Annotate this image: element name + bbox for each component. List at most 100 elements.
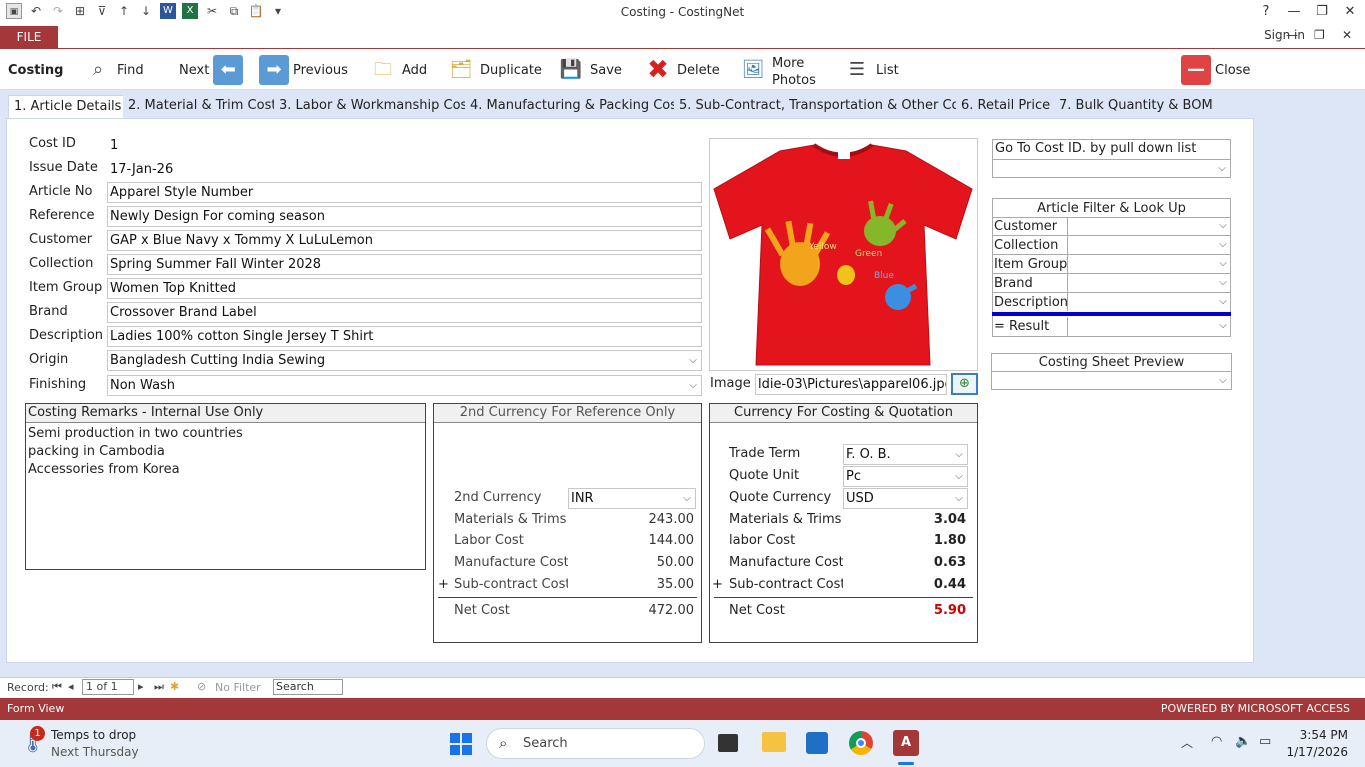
customer-field[interactable]: GAP x Blue Navy x Tommy X LuLuLemon [107,230,702,251]
tab-manufacturing-packing-cost[interactable]: 4. Manufacturing & Packing Cost [465,95,688,118]
filter-collection-select[interactable]: ⌵ [1067,236,1231,254]
tab-bulk-quantity-bom[interactable]: 7. Bulk Quantity & BOM [1054,95,1218,118]
previous-button[interactable]: ➡ Previous [259,49,348,91]
help-button[interactable]: ? [1256,3,1276,21]
trade-term-select[interactable]: F. O. B. ⌵ [843,444,968,465]
tab-retail-price[interactable]: 6. Retail Price [956,95,1056,118]
access-taskbar-icon[interactable]: A [893,730,919,756]
chevron-down-icon[interactable]: ⌵ [951,467,967,486]
task-view-icon[interactable] [718,734,738,752]
record-search-field[interactable]: Search [273,679,343,695]
quote-unit-select[interactable]: Pc ⌵ [843,466,968,487]
tab-labor-workmanship-cost[interactable]: 3. Labor & Workmanship Cost [274,95,478,118]
chevron-down-icon[interactable]: ⌵ [1215,255,1231,273]
chevron-down-icon[interactable]: ⌵ [1215,217,1231,235]
clock-date[interactable]: 1/17/2026 [1280,745,1348,759]
chevron-down-icon[interactable]: ⌵ [1215,317,1231,335]
filter-brand-select[interactable]: ⌵ [1067,274,1231,292]
record-position-field[interactable]: 1 of 1 [82,679,134,695]
next-button[interactable]: Next ⬅ [179,49,244,91]
search-icon: ⌕ [499,734,508,752]
add-image-icon[interactable]: ⊕ [951,373,978,395]
filter-customer-select[interactable]: ⌵ [1067,217,1231,235]
more-photos-label-line1: More [772,56,805,71]
chevron-down-icon[interactable]: ⌵ [1214,160,1230,177]
remarks-text: Semi production in two countries packing… [28,425,243,479]
volume-icon[interactable]: 🔈 [1235,734,1251,749]
find-button[interactable]: ⌕ Find [83,49,144,91]
costing-remarks-box[interactable]: Costing Remarks - Internal Use Only Semi… [25,403,426,570]
sign-in-link[interactable]: Sign in [1264,28,1305,42]
ribbon-restore-icon[interactable]: ❐ [1314,28,1325,42]
wifi-icon[interactable]: ◠ [1211,734,1222,749]
more-photos-button[interactable]: 🖼 More Photos [738,49,816,91]
microsoft-store-icon[interactable] [806,732,828,754]
close-form-button[interactable]: — Close [1181,49,1250,91]
windows-logo [450,733,472,755]
weather-line2[interactable]: Next Thursday [51,745,139,759]
list-button[interactable]: ☰ List [842,49,899,91]
second-currency-select[interactable]: INR ⌵ [568,488,696,509]
brand-field[interactable]: Crossover Brand Label [107,302,702,323]
chevron-down-icon[interactable]: ⌵ [1215,293,1231,311]
filter-row-item-group: Item Group ⌵ [992,255,1231,274]
goto-cost-id-select[interactable]: ⌵ [993,159,1230,177]
delete-label: Delete [677,62,720,78]
minimize-button[interactable]: — [1284,3,1304,21]
save-button[interactable]: 💾 Save [556,49,622,91]
chevron-down-icon[interactable]: ⌵ [951,489,967,508]
prev-record-icon[interactable]: ◂ [68,680,74,693]
add-button[interactable]: 🗀 Add [368,49,427,91]
preview-select[interactable]: ⌵ [992,372,1231,389]
product-image[interactable]: Yellow Green Blue [709,138,978,371]
description-field[interactable]: Ladies 100% cotton Single Jersey T Shirt [107,326,702,347]
quote-currency-select[interactable]: USD ⌵ [843,488,968,509]
tab-article-details[interactable]: 1. Article Details [8,95,128,119]
weather-line1[interactable]: Temps to drop [51,728,136,742]
clock-time[interactable]: 3:54 PM [1290,728,1348,742]
chrome-icon[interactable] [849,731,873,755]
collection-field[interactable]: Spring Summer Fall Winter 2028 [107,254,702,275]
origin-select[interactable]: Bangladesh Cutting India Sewing ⌵ [107,350,702,371]
file-tab[interactable]: FILE [0,26,58,48]
no-filter-label[interactable]: No Filter [215,681,261,694]
chevron-down-icon[interactable]: ⌵ [1215,236,1231,254]
close-window-button[interactable]: ✕ [1340,3,1360,21]
filter-description-select[interactable]: ⌵ [1067,293,1231,311]
last-record-icon[interactable]: ⏭ [154,680,164,694]
duplicate-button[interactable]: 🗂 Duplicate [446,49,542,91]
issue-date-field[interactable]: 17-Jan-26 [107,159,301,180]
article-no-field[interactable]: Apparel Style Number [107,182,702,203]
battery-icon[interactable]: ▭ [1259,734,1271,749]
filter-result-select[interactable]: ⌵ [1067,317,1231,336]
windows-start-icon[interactable] [449,732,473,756]
restore-button[interactable]: ❐ [1312,3,1332,21]
chevron-down-icon[interactable]: ⌵ [679,489,695,508]
tab-subcontract-transport-other-cost[interactable]: 5. Sub-Contract, Transportation & Other … [674,95,977,118]
show-hidden-icons[interactable]: ︿ [1181,734,1193,751]
ribbon-close-icon[interactable]: ✕ [1342,28,1352,42]
arrow-left-icon: ⬅ [213,55,244,85]
chevron-down-icon[interactable]: ⌵ [685,376,701,395]
chevron-down-icon[interactable]: ⌵ [951,445,967,464]
filter-item-group-select[interactable]: ⌵ [1067,255,1231,273]
finishing-select[interactable]: Non Wash ⌵ [107,375,702,396]
cost-id-field[interactable]: 1 [107,135,205,156]
close-label: Close [1215,62,1251,78]
file-explorer-icon[interactable] [762,732,786,752]
delete-button[interactable]: ✖ Delete [643,49,720,91]
next-record-icon[interactable]: ▸ [138,680,144,693]
item-group-field[interactable]: Women Top Knitted [107,278,702,299]
new-record-icon[interactable]: ✱ [170,680,179,693]
tab-material-trim-cost[interactable]: 2. Material & Trim Cost [123,95,282,118]
chevron-down-icon[interactable]: ⌵ [1215,372,1231,389]
ribbon-minimize-icon[interactable]: — [1286,28,1298,42]
second-currency-value: INR [571,491,594,506]
chevron-down-icon[interactable]: ⌵ [1215,274,1231,292]
chevron-down-icon[interactable]: ⌵ [685,351,701,370]
reference-field[interactable]: Newly Design For coming season [107,206,702,227]
taskbar-search-box[interactable]: ⌕ Search [486,728,705,759]
first-record-icon[interactable]: ⏮ [52,680,62,694]
filter-description-label: Description [994,295,1069,310]
image-path-field[interactable]: ldie-03\Pictures\apparel06.jpg [755,374,947,395]
